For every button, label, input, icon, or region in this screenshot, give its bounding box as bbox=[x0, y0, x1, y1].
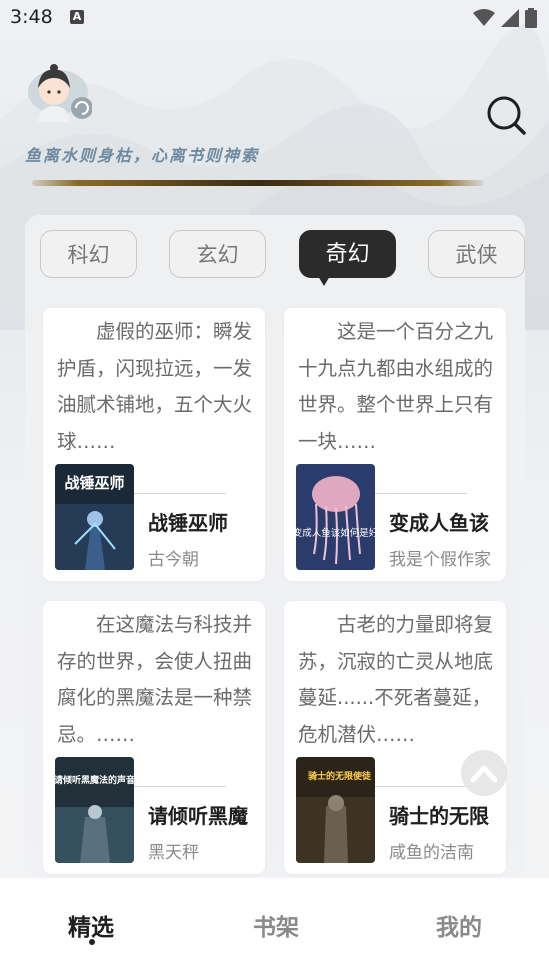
tab-kehuan[interactable]: 科幻 bbox=[40, 230, 137, 278]
tab-wuxia[interactable]: 武侠 bbox=[428, 230, 525, 278]
book-author: 咸鱼的洁南 bbox=[389, 843, 474, 863]
book-title: 战锤巫师 bbox=[148, 511, 228, 535]
search-icon[interactable] bbox=[485, 94, 527, 136]
slogan-text: 鱼离水则身枯，心离书则神索 bbox=[25, 146, 260, 165]
nav-profile[interactable]: 我的 bbox=[436, 908, 482, 942]
wifi-icon bbox=[473, 9, 495, 26]
card-separator bbox=[375, 786, 467, 787]
book-cover[interactable]: 变成人鱼该如何是好 bbox=[296, 464, 375, 570]
book-title: 骑士的无限 bbox=[389, 804, 489, 828]
book-author: 黑天秤 bbox=[148, 843, 199, 863]
book-cover-title: 骑士的无限使徒 bbox=[308, 770, 372, 782]
chevron-up-icon bbox=[470, 765, 498, 783]
avatar-icon[interactable] bbox=[24, 62, 92, 122]
status-bar: 3:48 A bbox=[0, 0, 549, 38]
book-cover-title: 请倾听黑魔法的声音 bbox=[55, 774, 134, 786]
card-separator bbox=[375, 493, 467, 494]
status-time: 3:48 bbox=[10, 6, 53, 28]
card-separator bbox=[134, 786, 226, 787]
book-cover-title: 战锤巫师 bbox=[64, 474, 124, 492]
brush-divider bbox=[32, 180, 484, 186]
book-card[interactable]: 古老的力量即将复苏，沉寂的亡灵从地底蔓延......不死者蔓延，危机潜伏…… 骑… bbox=[284, 601, 506, 874]
book-description: 这是一个百分之九十九点九都由水组成的世界。整个世界上只有一块…… bbox=[298, 320, 494, 453]
category-tabs: 科幻 玄幻 奇幻 武侠 bbox=[25, 230, 525, 300]
book-author: 我是个假作家 bbox=[389, 550, 491, 570]
notification-a-icon: A bbox=[70, 10, 84, 24]
book-description: 在这魔法与科技并存的世界，会使人扭曲腐化的黑魔法是一种禁忌。…… bbox=[57, 613, 253, 746]
nav-featured[interactable]: 精选 bbox=[68, 908, 114, 942]
book-card[interactable]: 在这魔法与科技并存的世界，会使人扭曲腐化的黑魔法是一种禁忌。…… 请倾听黑魔法的… bbox=[43, 601, 265, 874]
book-cover[interactable]: 骑士的无限使徒 bbox=[296, 757, 375, 863]
battery-icon bbox=[525, 8, 537, 28]
content-panel: 科幻 玄幻 奇幻 武侠 虚假的巫师：瞬发护盾，闪现拉远，一发油腻术铺地，五个大火… bbox=[25, 215, 525, 877]
book-description: 古老的力量即将复苏，沉寂的亡灵从地底蔓延......不死者蔓延，危机潜伏…… bbox=[298, 613, 494, 746]
tab-xuanhuan[interactable]: 玄幻 bbox=[169, 230, 266, 278]
signal-icon bbox=[501, 9, 519, 27]
book-title: 请倾听黑魔 bbox=[148, 804, 248, 828]
book-title: 变成人鱼该 bbox=[389, 511, 489, 535]
bottom-nav: 精选 书架 我的 bbox=[0, 878, 549, 976]
card-separator bbox=[134, 493, 226, 494]
book-cover-title: 变成人鱼该如何是好 bbox=[296, 527, 375, 539]
book-card[interactable]: 这是一个百分之九十九点九都由水组成的世界。整个世界上只有一块…… 变成人鱼该如何… bbox=[284, 308, 506, 581]
book-cover[interactable]: 战锤巫师 bbox=[55, 464, 134, 570]
book-description: 虚假的巫师：瞬发护盾，闪现拉远，一发油腻术铺地，五个大火球…… bbox=[57, 320, 253, 453]
active-indicator-dot bbox=[89, 939, 95, 945]
book-cover[interactable]: 请倾听黑魔法的声音 bbox=[55, 757, 134, 863]
scroll-top-button[interactable] bbox=[461, 750, 507, 796]
status-icons bbox=[473, 8, 537, 28]
book-card[interactable]: 虚假的巫师：瞬发护盾，闪现拉远，一发油腻术铺地，五个大火球…… 战锤巫师 战锤巫… bbox=[43, 308, 265, 581]
nav-bookshelf[interactable]: 书架 bbox=[253, 908, 299, 942]
tab-qihuan[interactable]: 奇幻 bbox=[299, 230, 396, 286]
book-author: 古今朝 bbox=[148, 550, 199, 570]
